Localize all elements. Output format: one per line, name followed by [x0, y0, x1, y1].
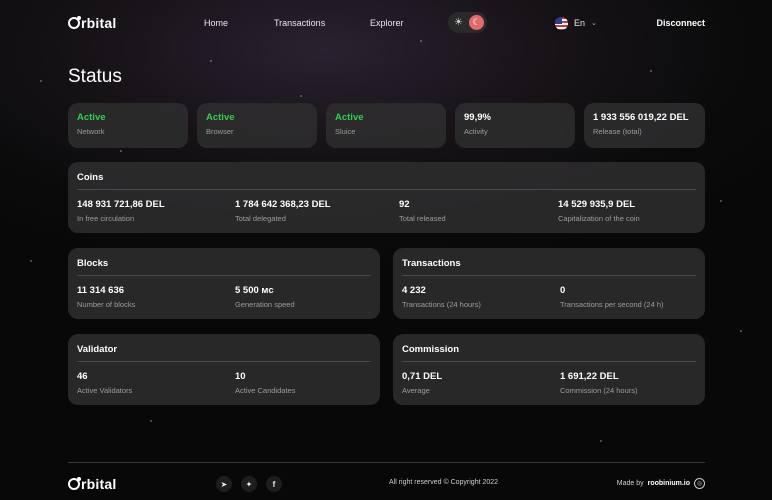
metric-label: Total delegated: [235, 214, 286, 223]
metric-value: 92: [399, 199, 410, 210]
metric-label: In free circulation: [77, 214, 135, 223]
coins-panel: Coins 148 931 721,86 DEL In free circula…: [68, 162, 705, 233]
us-flag-icon: [555, 16, 568, 30]
chevron-down-icon: ⌄: [591, 20, 597, 27]
metric: 1 691,22 DEL Commission (24 hours): [560, 371, 638, 395]
made-by-name: roobinium.io: [647, 480, 690, 487]
metric: 46 Active Validators: [77, 371, 132, 395]
metric-value: 148 931 721,86 DEL: [77, 199, 165, 210]
language-selector[interactable]: En ⌄: [555, 12, 597, 34]
metric-value: 0,71 DEL: [402, 371, 443, 382]
metric-value: 11 314 636: [77, 285, 125, 296]
twitter-icon[interactable]: ✦: [241, 476, 257, 492]
commission-panel: Commission 0,71 DEL Average 1 691,22 DEL…: [393, 334, 705, 405]
metric: 11 314 636 Number of blocks: [77, 285, 135, 309]
footer-logo[interactable]: rbital: [68, 476, 116, 492]
logo-mark-icon: [68, 16, 81, 29]
metric: 14 529 935,9 DEL Capitalization of the c…: [558, 199, 640, 223]
panel-title: Validator: [77, 344, 118, 355]
status-value: Active: [206, 112, 235, 123]
metric-value: 4 232: [402, 285, 426, 296]
divider: [402, 275, 696, 276]
copyright-text: All right reserved © Copyright 2022: [389, 479, 499, 486]
status-value: 99,9%: [464, 112, 491, 123]
metric-value: 5 500 мс: [235, 285, 274, 296]
metric-label: Active Candidates: [235, 386, 296, 395]
metric-value: 46: [77, 371, 88, 382]
orbital-logo[interactable]: rbital: [68, 15, 116, 31]
top-navigation: rbital Home Transactions Explorer ☀ ☾ En…: [68, 12, 705, 34]
nav-transactions-link[interactable]: Transactions: [274, 12, 325, 34]
metric: 5 500 мс Generation speed: [235, 285, 295, 309]
status-value: Active: [77, 112, 106, 123]
metric: 0,71 DEL Average: [402, 371, 442, 395]
status-label: Sluice: [335, 127, 356, 136]
metric: 10 Active Candidates: [235, 371, 295, 395]
panel-title: Commission: [402, 344, 460, 355]
divider: [77, 361, 371, 362]
panel-title: Transactions: [402, 258, 461, 269]
logo-text: rbital: [81, 476, 117, 492]
metric-label: Total released: [399, 214, 446, 223]
transactions-panel: Transactions 4 232 Transactions (24 hour…: [393, 248, 705, 319]
metric: 148 931 721,86 DEL In free circulation: [77, 199, 165, 223]
language-label: En: [574, 18, 586, 28]
sun-icon[interactable]: ☀: [451, 15, 466, 30]
nav-explorer-link[interactable]: Explorer: [370, 12, 404, 34]
disconnect-button[interactable]: Disconnect: [656, 12, 705, 34]
made-by-prefix: Made by: [616, 480, 644, 487]
footer-divider: [68, 462, 705, 463]
metric-label: Number of blocks: [77, 300, 136, 309]
status-value: 1 933 556 019,22 DEL: [593, 112, 689, 123]
status-card-browser: Active Browser: [197, 103, 317, 148]
telegram-icon[interactable]: ➤: [216, 476, 232, 492]
divider: [77, 275, 371, 276]
metric-label: Average: [402, 386, 430, 395]
logo-text: rbital: [81, 15, 117, 31]
status-label: Network: [77, 127, 105, 136]
metric-label: Generation speed: [235, 300, 295, 309]
moon-icon[interactable]: ☾: [469, 15, 484, 30]
metric-value: 0: [560, 285, 566, 296]
metric-label: Commission (24 hours): [560, 386, 638, 395]
status-value: Active: [335, 112, 364, 123]
made-by-credit[interactable]: Made by roobinium.io ◎: [617, 478, 705, 489]
metric-label: Transactions per second (24 h): [560, 300, 664, 309]
metric-label: Transactions (24 hours): [402, 300, 481, 309]
divider: [402, 361, 696, 362]
panel-title: Blocks: [77, 258, 109, 269]
status-label: Browser: [206, 127, 234, 136]
metric-label: Capitalization of the coin: [558, 214, 640, 223]
status-card-network: Active Network: [68, 103, 188, 148]
theme-toggle[interactable]: ☀ ☾: [448, 12, 487, 33]
metric-value: 14 529 935,9 DEL: [558, 199, 636, 210]
status-card-activity: 99,9% Activity: [455, 103, 575, 148]
blocks-panel: Blocks 11 314 636 Number of blocks 5 500…: [68, 248, 380, 319]
facebook-icon[interactable]: f: [266, 476, 282, 492]
metric: 1 784 642 368,23 DEL Total delegated: [235, 199, 331, 223]
status-label: Release (total): [593, 127, 642, 136]
footer: rbital ➤ ✦ f All right reserved © Copyri…: [68, 476, 705, 492]
status-card-release: 1 933 556 019,22 DEL Release (total): [584, 103, 705, 148]
divider: [77, 189, 696, 190]
studio-logo-icon: ◎: [694, 478, 705, 489]
metric: 0 Transactions per second (24 h): [560, 285, 664, 309]
metric: 4 232 Transactions (24 hours): [402, 285, 481, 309]
logo-mark-icon: [68, 477, 81, 490]
status-card-sluice: Active Sluice: [326, 103, 446, 148]
status-label: Activity: [464, 127, 488, 136]
page-title: Status: [68, 66, 122, 87]
metric-value: 1 691,22 DEL: [560, 371, 619, 382]
metric: 92 Total released: [399, 199, 446, 223]
metric-value: 10: [235, 371, 246, 382]
metric-label: Active Validators: [77, 386, 133, 395]
validator-panel: Validator 46 Active Validators 10 Active…: [68, 334, 380, 405]
panel-title: Coins: [77, 172, 104, 183]
metric-value: 1 784 642 368,23 DEL: [235, 199, 331, 210]
nav-home-link[interactable]: Home: [204, 12, 228, 34]
